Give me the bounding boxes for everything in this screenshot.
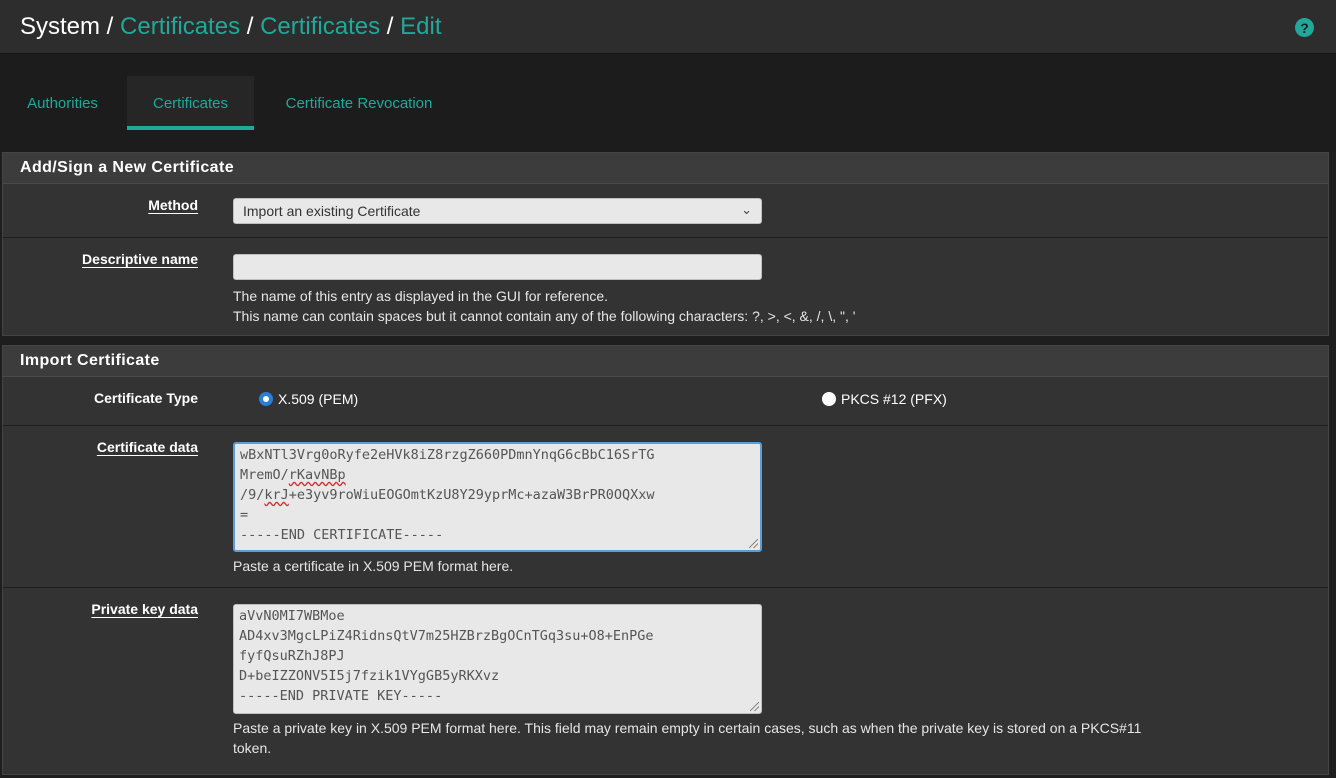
breadcrumb-system: System xyxy=(20,12,101,40)
radio-pkcs12-label: PKCS #12 (PFX) xyxy=(841,391,947,407)
breadcrumb-separator: / xyxy=(240,12,261,40)
certificate-line: wBxNTl3Vrg0oRyfe2eHVk8iZ8rzgZ660PDmnYnqG… xyxy=(240,447,655,463)
private-key-help-1: Paste a private key in X.509 PEM format … xyxy=(233,720,1142,736)
breadcrumb: System / Certificates / Certificates / E… xyxy=(20,13,442,41)
private-key-row: Private key data aVvN0MI7WBMoe AD4xv3MgcL… xyxy=(3,588,1328,774)
breadcrumb-edit-link[interactable]: Edit xyxy=(400,13,441,41)
certificate-type-label: Certificate Type xyxy=(94,390,198,406)
certificate-line-part: +e3yv9roWiuEOGOmtKzU8Y29yprMc+azaW3BrPR0… xyxy=(288,487,655,503)
tab-certificate-revocation[interactable]: Certificate Revocation xyxy=(266,76,452,130)
certificate-line: MremO/rKavNBp xyxy=(240,465,755,485)
spellcheck-flagged-word: rKavNBp xyxy=(288,467,346,483)
radio-x509[interactable]: X.509 (PEM) xyxy=(259,391,358,407)
descriptive-name-help-1: The name of this entry as displayed in t… xyxy=(233,288,609,304)
tab-certificates[interactable]: Certificates xyxy=(127,76,254,130)
breadcrumb-separator: / xyxy=(380,12,401,40)
chevron-down-icon: ⌄ xyxy=(741,202,752,217)
private-key-label[interactable]: Private key data xyxy=(91,601,198,617)
descriptive-name-help-2: This name can contain spaces but it cann… xyxy=(233,308,856,324)
radio-pkcs12[interactable]: PKCS #12 (PFX) xyxy=(822,391,947,407)
radio-x509-button[interactable] xyxy=(259,392,273,406)
private-key-line: fyfQsuRZhJ8PJ xyxy=(239,648,345,664)
descriptive-name-row: Descriptive name The name of this entry … xyxy=(3,238,1328,335)
private-key-line: aVvN0MI7WBMoe xyxy=(239,608,345,624)
tab-bar: Authorities Certificates Certificate Rev… xyxy=(0,54,1336,152)
resize-handle-icon[interactable] xyxy=(750,702,759,711)
descriptive-name-input[interactable] xyxy=(233,254,762,280)
method-select-value: Import an existing Certificate xyxy=(243,203,421,219)
descriptive-name-label[interactable]: Descriptive name xyxy=(82,251,198,267)
page-header: System / Certificates / Certificates / E… xyxy=(0,0,1336,54)
certificate-line-part: /9/ xyxy=(240,487,265,503)
certificate-data-label[interactable]: Certificate data xyxy=(97,439,198,455)
breadcrumb-certificates-link[interactable]: Certificates xyxy=(120,13,240,41)
tab-authorities[interactable]: Authorities xyxy=(10,76,115,130)
certificate-line: -----END CERTIFICATE----- xyxy=(240,527,444,543)
private-key-line: AD4xv3MgcLPiZ4RidnsQtV7m25HZBrzBgOCnTGq3… xyxy=(239,628,654,644)
radio-x509-label: X.509 (PEM) xyxy=(278,391,359,407)
method-row: Method Import an existing Certificate ⌄ xyxy=(3,184,1328,238)
resize-handle-icon[interactable] xyxy=(749,539,758,548)
import-certificate-panel: Import Certificate Certificate Type X.50… xyxy=(2,345,1329,775)
private-key-help-2: token. xyxy=(233,740,272,756)
private-key-textarea[interactable]: aVvN0MI7WBMoe AD4xv3MgcLPiZ4RidnsQtV7m25H… xyxy=(233,604,762,714)
certificate-data-row: Certificate data wBxNTl3Vrg0oRyfe2eHVk8i… xyxy=(3,426,1328,588)
panel-heading: Import Certificate xyxy=(3,346,1328,377)
breadcrumb-certificates-sub-link[interactable]: Certificates xyxy=(260,13,380,41)
certificate-line-part: MremO/ xyxy=(240,467,289,483)
radio-pkcs12-button[interactable] xyxy=(822,392,836,406)
panel-heading: Add/Sign a New Certificate xyxy=(3,153,1328,184)
certificate-data-help: Paste a certificate in X.509 PEM format … xyxy=(233,558,514,574)
private-key-line: -----END PRIVATE KEY----- xyxy=(239,688,443,704)
breadcrumb-separator: / xyxy=(100,12,121,40)
certificate-line: /9/krJ+e3yv9roWiuEOGOmtKzU8Y29yprMc+azaW… xyxy=(240,485,755,505)
certificate-line: = xyxy=(240,507,249,523)
question-circle-icon[interactable]: ? xyxy=(1295,18,1314,37)
certificate-data-textarea[interactable]: wBxNTl3Vrg0oRyfe2eHVk8iZ8rzgZ660PDmnYnqG… xyxy=(233,442,762,552)
add-certificate-panel: Add/Sign a New Certificate Method Import… xyxy=(2,152,1329,336)
private-key-line: D+beIZZONV5I5j7fzik1VYgGB5yRKXvz xyxy=(239,668,500,684)
method-select[interactable]: Import an existing Certificate ⌄ xyxy=(233,198,762,224)
method-label[interactable]: Method xyxy=(148,197,198,213)
certificate-type-row: Certificate Type X.509 (PEM) PKCS #12 (P… xyxy=(3,377,1328,426)
spellcheck-flagged-word: krJ xyxy=(264,487,289,503)
